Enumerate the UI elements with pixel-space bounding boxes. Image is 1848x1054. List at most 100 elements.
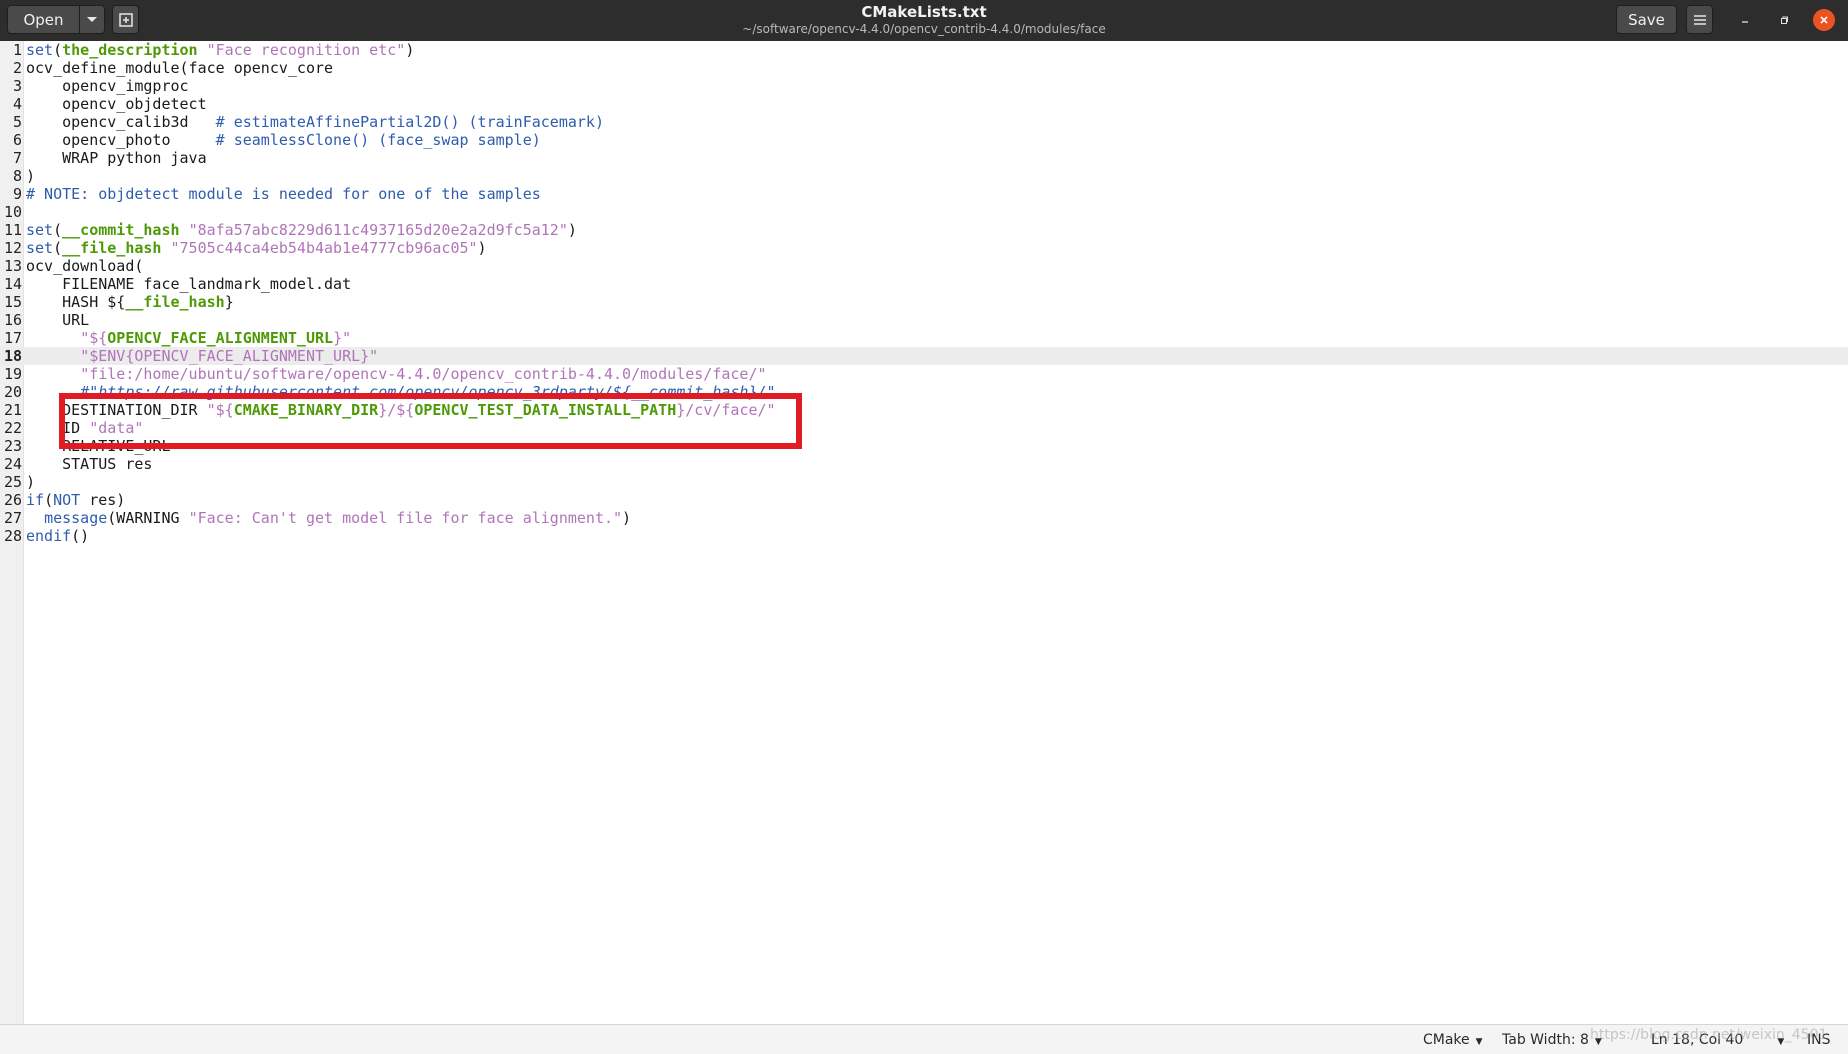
line-number: 24 [3,455,22,473]
code-text: "file:/home/ubuntu/software/opencv-4.4.0… [80,365,767,383]
line-number: 7 [12,149,22,167]
close-button[interactable] [1813,9,1835,31]
code-line[interactable]: 11 set(__commit_hash "8afa57abc8229d611c4… [0,221,577,239]
code-text: FILENAME face_landmark_model.dat [26,275,352,293]
code-text: ) [26,167,36,185]
window-title-block: CMakeLists.txt ~/software/opencv-4.4.0/o… [0,3,1848,37]
code-line[interactable]: 15 HASH ${__file_hash} [0,293,234,311]
line-number: 21 [3,401,22,419]
line-number: 6 [12,131,22,149]
code-line[interactable]: 2 ocv_define_module(face opencv_core [0,59,333,77]
line-number: 10 [3,203,22,221]
menu-button[interactable] [1686,5,1713,34]
code-line[interactable]: 14 FILENAME face_landmark_model.dat [0,275,351,293]
code-text: ) [26,473,36,491]
language-selector[interactable]: CMake ▼ [1423,1032,1483,1048]
line-number: 22 [3,419,22,437]
code-text: ocv_define_module(face opencv_core [26,59,334,77]
maximize-button[interactable] [1773,9,1795,31]
line-number: 1 [12,41,22,59]
save-button[interactable]: Save [1616,5,1677,34]
code-line[interactable]: 19 "file:/home/ubuntu/software/opencv-4.… [0,365,767,383]
open-menu-button[interactable] [79,5,105,34]
line-number: 2 [12,59,22,77]
code-line[interactable]: 24 STATUS res [0,455,153,473]
line-number: 19 [3,365,22,383]
line-number: 23 [3,437,22,455]
new-document-icon [118,12,133,27]
line-number: 14 [3,275,22,293]
line-number: 9 [12,185,22,203]
code-text: opencv_imgproc [26,77,189,95]
line-number: 16 [3,311,22,329]
code-line[interactable]: 13 ocv_download( [0,257,143,275]
code-line[interactable]: 12 set(__file_hash "7505c44ca4eb54b4ab1e4… [0,239,487,257]
line-number: 28 [3,527,22,545]
open-button-label: Open [23,10,64,29]
line-number: 12 [3,239,22,257]
code-text: WRAP python java [26,149,207,167]
caret-down-icon: ▼ [1475,1037,1483,1047]
code-text: ocv_download( [26,257,144,275]
language-label: CMake [1423,1032,1470,1048]
save-button-label: Save [1628,10,1665,29]
code-line[interactable]: 16 URL [0,311,89,329]
line-number: 13 [3,257,22,275]
status-bar: CMake ▼ Tab Width: 8 ▼ Ln 18, Col 40 ▼ INS [0,1024,1848,1054]
code-line[interactable]: 6 opencv_photo # seamlessClone() (face_s… [0,131,541,149]
code-line[interactable]: 8) [0,167,35,185]
code-line[interactable]: 17 "${OPENCV_FACE_ALIGNMENT_URL}" [0,329,351,347]
line-number: 4 [12,95,22,113]
code-line[interactable]: 5 opencv_calib3d # estimateAffinePartial… [0,113,604,131]
code-line[interactable]: 4 opencv_objdetect [0,95,207,113]
line-number: 27 [3,509,22,527]
line-number: 26 [3,491,22,509]
line-number: 20 [3,383,22,401]
code-line[interactable]: 9 # NOTE: objdetect module is needed for … [0,185,541,203]
code-line[interactable]: 25) [0,473,35,491]
code-text: URL [26,311,90,329]
line-number: 8 [12,167,22,185]
code-text: STATUS res [26,455,153,473]
editor-area[interactable]: 1 set(the_description "Face recognition e… [0,41,1848,1024]
code-text: endif() [26,527,90,545]
restore-icon [1781,16,1788,24]
code-text: set(__file_hash "7505c44ca4eb54b4ab1e477… [26,239,487,257]
code-line[interactable]: 18 "$ENV{OPENCV_FACE_ALIGNMENT_URL}" [0,347,378,365]
code-text: HASH ${__file_hash} [26,293,234,311]
code-text: opencv_photo # seamlessClone() (face_swa… [26,131,541,149]
hamburger-icon [1693,14,1706,25]
tab-width-selector[interactable]: Tab Width: 8 ▼ [1502,1032,1602,1048]
code-text: set(__commit_hash "8afa57abc8229d611c493… [26,221,577,239]
tab-width-label: Tab Width: 8 [1502,1032,1589,1048]
code-text: "${OPENCV_FACE_ALIGNMENT_URL}" [80,329,352,347]
code-text: if(NOT res) [26,491,126,509]
chevron-down-icon [87,16,97,22]
line-number: 5 [12,113,22,131]
line-number: 17 [3,329,22,347]
code-line[interactable]: 1 set(the_description "Face recognition e… [0,41,414,59]
code-line[interactable]: 3 opencv_imgproc [0,77,189,95]
open-button[interactable]: Open [7,5,80,34]
close-icon [1820,16,1828,24]
line-number: 3 [12,77,22,95]
code-text: opencv_objdetect [26,95,207,113]
code-line[interactable]: 10 [0,203,26,221]
window-title: CMakeLists.txt [861,3,987,21]
minimize-button[interactable] [1734,9,1756,31]
code-text: opencv_calib3d # estimateAffinePartial2D… [26,113,604,131]
code-line[interactable]: 26 if(NOT res) [0,491,125,509]
code-line[interactable]: 28 endif() [0,527,89,545]
watermark: https://blog.csdn.net/weixin_4501 [1590,1027,1828,1043]
code-line[interactable]: 7 WRAP python java [0,149,207,167]
code-text: "$ENV{OPENCV_FACE_ALIGNMENT_URL}" [80,347,379,365]
window-subtitle: ~/software/opencv-4.4.0/opencv_contrib-4… [742,22,1106,36]
minimize-icon [1742,21,1748,23]
header-bar: Open CMakeLists.txt ~/software/opencv-4.… [0,0,1848,41]
line-number: 15 [3,293,22,311]
line-number: 11 [3,221,22,239]
code-text: # NOTE: objdetect module is needed for o… [26,185,541,203]
code-line[interactable]: 27 message(WARNING "Face: Can't get mode… [0,509,631,527]
new-tab-button[interactable] [112,5,139,34]
code-text: message(WARNING "Face: Can't get model f… [44,509,632,527]
